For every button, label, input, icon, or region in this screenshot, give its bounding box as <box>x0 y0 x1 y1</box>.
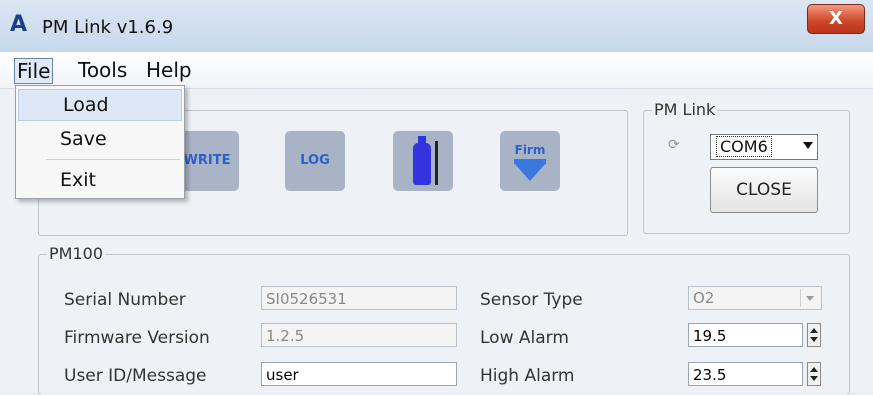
write-button-label: WRITE <box>183 153 231 168</box>
sensor-type-value: O2 <box>693 289 715 307</box>
user-id-field[interactable]: user <box>261 362 457 386</box>
log-button-label: LOG <box>300 153 330 168</box>
app-logo-icon: A <box>10 12 28 37</box>
user-id-label: User ID/Message <box>64 366 207 386</box>
low-alarm-label: Low Alarm <box>480 328 569 348</box>
decrement-icon[interactable] <box>810 376 818 381</box>
gas-cylinder-hose <box>435 141 438 185</box>
menu-separator <box>46 159 180 160</box>
file-menu-dropdown: Load Save Exit <box>15 85 185 199</box>
pm-link-legend: PM Link <box>652 100 718 119</box>
menu-file[interactable]: File <box>14 58 54 84</box>
download-arrow-icon <box>514 163 546 181</box>
sensor-type-label: Sensor Type <box>480 290 583 310</box>
menu-item-save[interactable]: Save <box>16 124 182 154</box>
pm100-legend: PM100 <box>47 244 105 263</box>
firmware-version-field: 1.2.5 <box>261 323 457 347</box>
window-close-button[interactable]: X <box>807 4 865 34</box>
menu-item-load[interactable]: Load <box>18 89 182 121</box>
serial-number-field: SI0526531 <box>261 286 457 310</box>
gas-cylinder-button[interactable] <box>393 131 453 191</box>
gas-cylinder-body <box>413 143 431 185</box>
high-alarm-stepper[interactable] <box>807 362 821 386</box>
com-port-select[interactable]: COM6 <box>710 134 818 160</box>
low-alarm-field[interactable]: 19.5 <box>688 323 803 347</box>
low-alarm-stepper[interactable] <box>807 323 821 347</box>
serial-number-label: Serial Number <box>64 290 186 310</box>
menu-bar: File Tools Help <box>0 52 873 89</box>
sensor-type-select: O2 <box>688 286 822 310</box>
chevron-down-icon <box>800 289 819 307</box>
close-port-button[interactable]: CLOSE <box>710 167 818 213</box>
com-port-value: COM6 <box>716 136 772 157</box>
window-title: PM Link v1.6.9 <box>42 17 174 38</box>
title-bar: A PM Link v1.6.9 X <box>0 0 873 53</box>
menu-item-load-label: Load <box>63 94 109 116</box>
menu-help[interactable]: Help <box>144 58 194 82</box>
menu-tools[interactable]: Tools <box>76 58 129 82</box>
chevron-down-icon[interactable] <box>803 142 813 149</box>
increment-icon[interactable] <box>810 328 818 333</box>
menu-item-save-label: Save <box>60 128 107 150</box>
high-alarm-field[interactable]: 23.5 <box>688 362 803 386</box>
refresh-icon[interactable]: ⟳ <box>668 137 684 153</box>
menu-item-exit-label: Exit <box>60 169 96 191</box>
increment-icon[interactable] <box>810 367 818 372</box>
decrement-icon[interactable] <box>810 337 818 342</box>
log-button[interactable]: LOG <box>285 131 345 191</box>
firmware-button[interactable]: Firm <box>500 131 560 191</box>
menu-item-exit[interactable]: Exit <box>16 165 182 195</box>
app-window: A PM Link v1.6.9 X File Tools Help WRITE… <box>0 0 873 395</box>
high-alarm-label: High Alarm <box>480 366 575 386</box>
firmware-version-label: Firmware Version <box>64 328 210 348</box>
firmware-button-label: Firm <box>514 143 546 157</box>
